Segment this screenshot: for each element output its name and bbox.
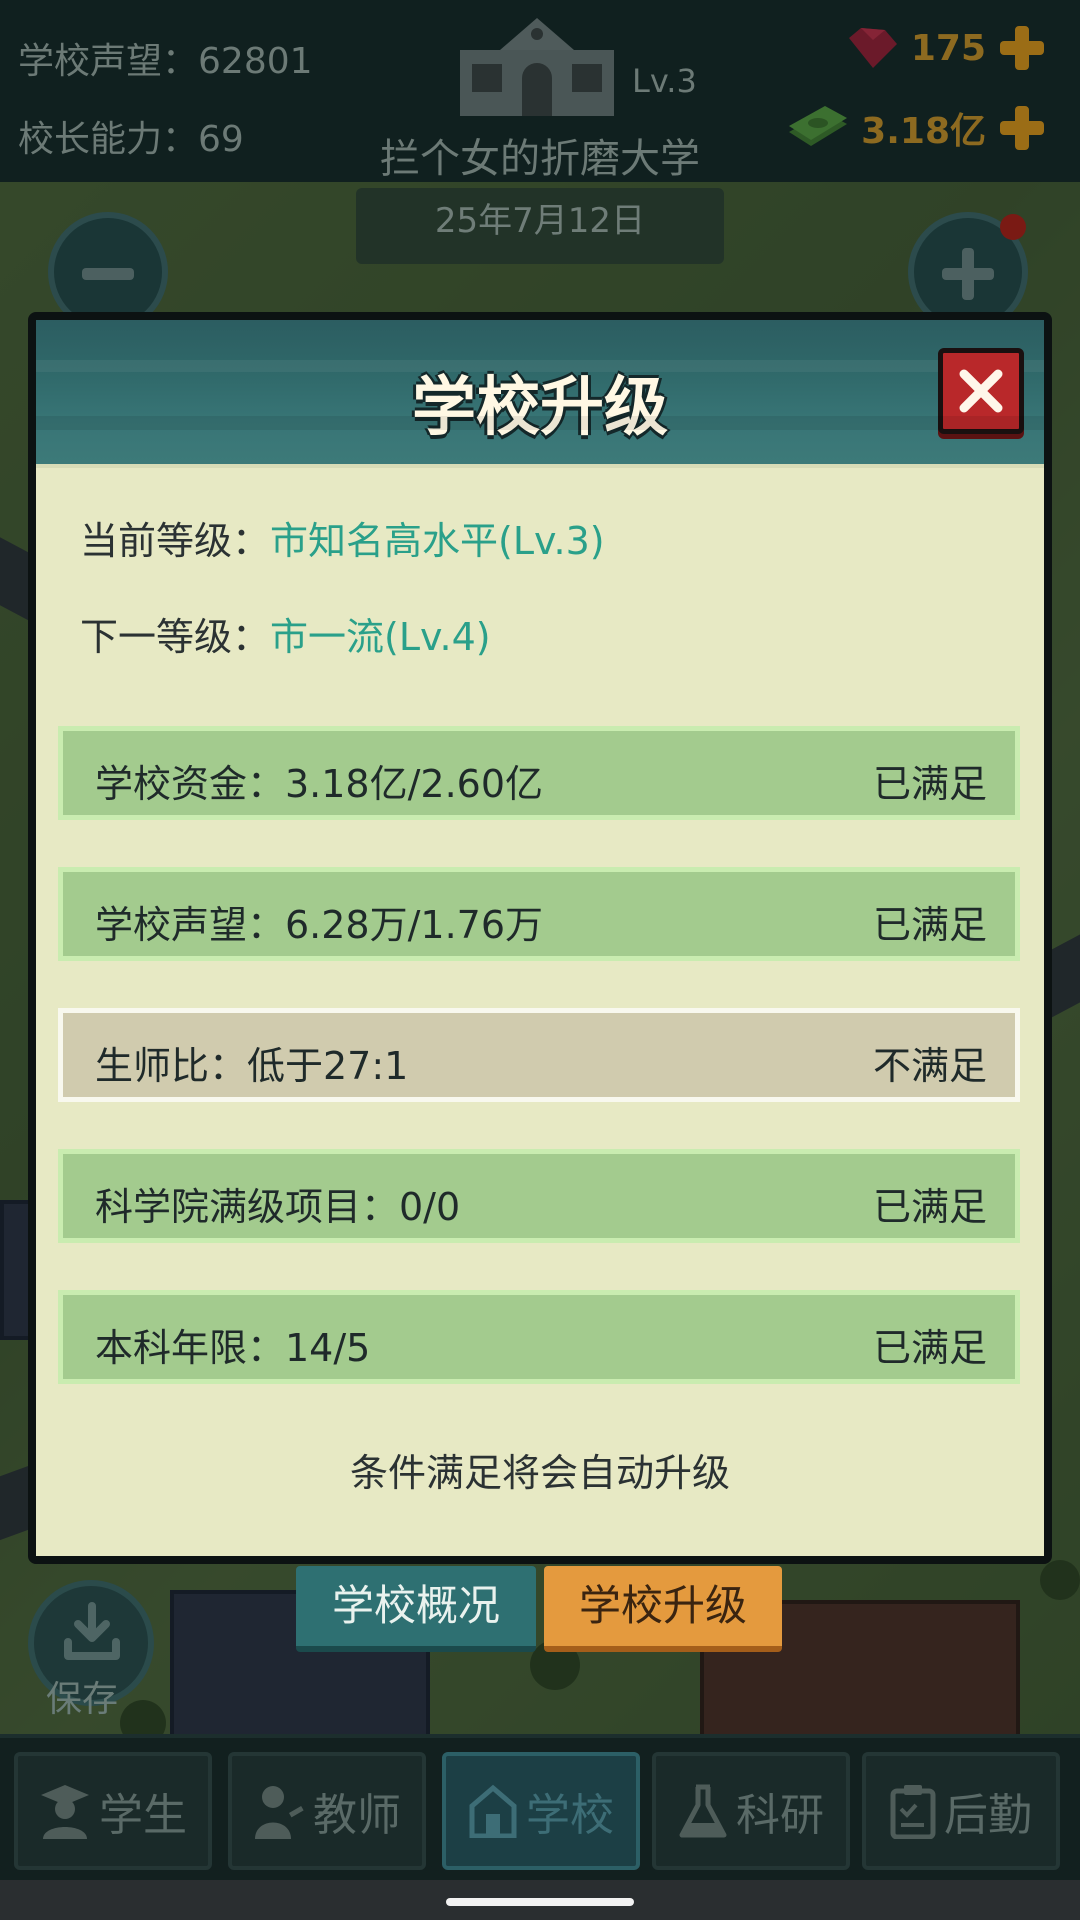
current-level-row: 当前等级：市知名高水平(Lv.3) xyxy=(80,510,605,565)
requirement-name: 学校声望：6.28万/1.76万 xyxy=(95,903,544,947)
minus-icon xyxy=(82,268,134,280)
top-hud: 学校声望：62801 校长能力：69 Lv.3 拦个女的折磨大学 175 3.1… xyxy=(0,0,1080,182)
bottom-navigation: 学生 教师 学校 科研 后勤 xyxy=(0,1734,1080,1880)
tab-school-upgrade[interactable]: 学校升级 xyxy=(544,1566,782,1652)
student-icon xyxy=(41,1785,89,1839)
reputation-stat: 学校声望：62801 xyxy=(18,32,313,84)
requirement-student-teacher-ratio: 生师比：低于27:1 不满足 xyxy=(58,1008,1020,1102)
requirement-status: 已满足 xyxy=(872,1185,987,1229)
auto-upgrade-note: 条件满足将会自动升级 xyxy=(349,1451,730,1495)
requirement-reputation: 学校声望：6.28万/1.76万 已满足 xyxy=(58,867,1020,961)
teacher-icon xyxy=(255,1786,304,1839)
requirement-name: 科学院满级项目：0/0 xyxy=(95,1185,461,1229)
nav-teachers[interactable]: 教师 xyxy=(228,1752,426,1870)
nav-students[interactable]: 学生 xyxy=(14,1752,212,1870)
current-level-label: 当前等级： xyxy=(80,519,271,563)
cash-icon xyxy=(789,106,848,146)
requirement-name: 生师比：低于27:1 xyxy=(95,1044,409,1088)
requirement-status: 已满足 xyxy=(872,1326,987,1370)
school-level: Lv.3 xyxy=(632,62,697,100)
nav-research[interactable]: 科研 xyxy=(652,1752,850,1870)
gem-resource: 175 xyxy=(843,24,1046,72)
nav-research-label: 科研 xyxy=(736,1790,824,1841)
reputation-label: 学校声望： xyxy=(18,41,199,82)
close-button[interactable] xyxy=(938,348,1024,434)
save-label: 保存 xyxy=(46,1679,119,1720)
money-amount: 3.18亿 xyxy=(861,111,986,152)
nav-teachers-label: 教师 xyxy=(313,1790,401,1841)
requirement-status: 已满足 xyxy=(872,903,987,947)
game-date: 25年7月12日 xyxy=(356,188,724,264)
nav-school[interactable]: 学校 xyxy=(442,1752,640,1870)
school-building-icon[interactable] xyxy=(452,12,622,120)
dialog-title: 学校升级 xyxy=(412,371,668,445)
dialog-header: 学校升级 xyxy=(36,320,1044,468)
add-gems-icon[interactable] xyxy=(998,24,1046,72)
requirement-funds: 学校资金：3.18亿/2.60亿 已满足 xyxy=(58,726,1020,820)
home-indicator[interactable] xyxy=(446,1898,634,1906)
requirement-status: 已满足 xyxy=(872,762,987,806)
download-icon xyxy=(64,1602,120,1660)
school-icon xyxy=(469,1784,517,1838)
current-level-value: 市知名高水平(Lv.3) xyxy=(270,519,605,563)
requirement-status: 不满足 xyxy=(872,1044,987,1088)
nav-students-label: 学生 xyxy=(99,1790,187,1841)
money-resource: 3.18亿 xyxy=(785,102,1046,154)
nav-school-label: 学校 xyxy=(526,1790,614,1841)
requirement-name: 本科年限：14/5 xyxy=(95,1326,371,1370)
nav-logistics-label: 后勤 xyxy=(944,1790,1032,1841)
next-level-row: 下一等级：市一流(Lv.4) xyxy=(80,606,491,661)
nav-logistics[interactable]: 后勤 xyxy=(862,1752,1060,1870)
add-money-icon[interactable] xyxy=(998,104,1046,152)
flask-icon xyxy=(679,1784,727,1838)
requirement-undergrad-years: 本科年限：14/5 已满足 xyxy=(58,1290,1020,1384)
gem-count: 175 xyxy=(910,27,986,69)
requirement-name: 学校资金：3.18亿/2.60亿 xyxy=(95,762,544,806)
next-level-value: 市一流(Lv.4) xyxy=(270,615,491,659)
gem-icon xyxy=(848,28,897,68)
requirement-academy-projects: 科学院满级项目：0/0 已满足 xyxy=(58,1149,1020,1243)
next-level-label: 下一等级： xyxy=(80,615,271,659)
reputation-value: 62801 xyxy=(198,41,313,82)
close-icon xyxy=(959,369,1003,413)
school-upgrade-dialog: 学校升级 当前等级：市知名高水平(Lv.3) 下一等级：市一流(Lv.4) 学校… xyxy=(28,312,1052,1564)
clipboard-icon xyxy=(890,1785,936,1839)
notification-dot xyxy=(1000,214,1026,240)
tab-school-overview[interactable]: 学校概况 xyxy=(296,1566,536,1652)
